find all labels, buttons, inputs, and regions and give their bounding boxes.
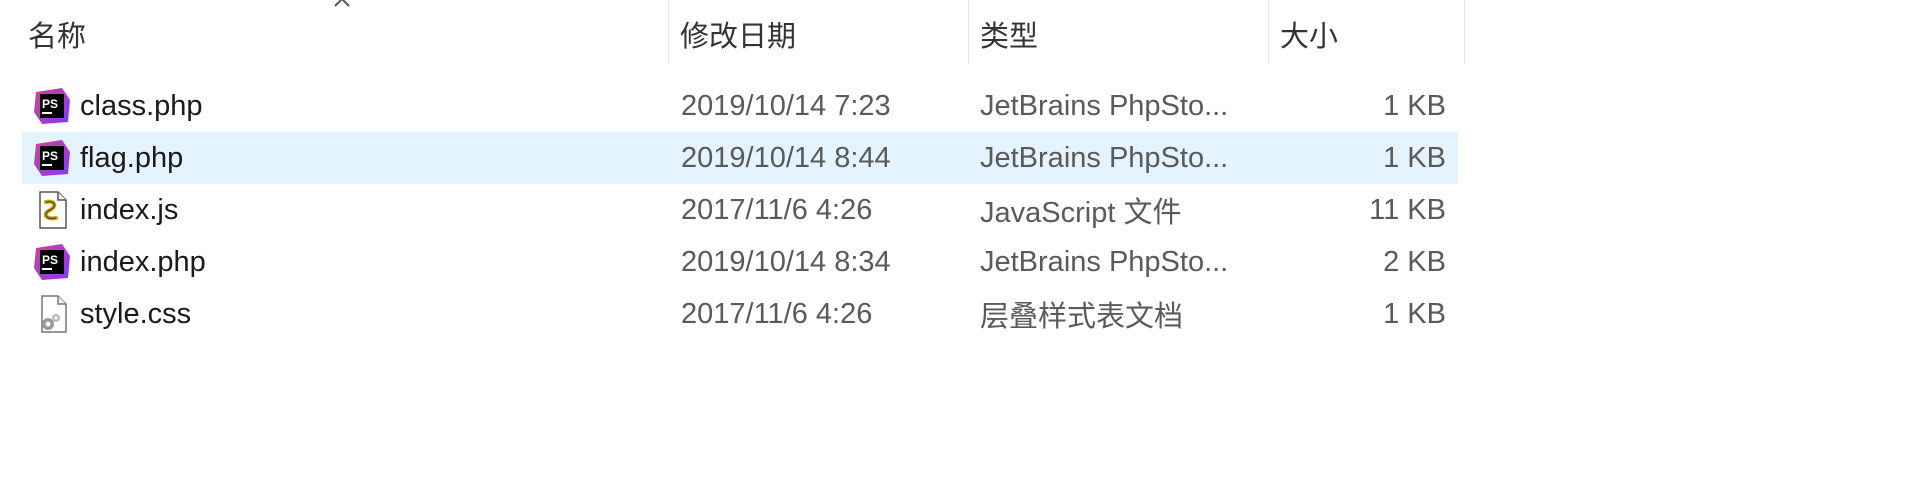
column-header-date[interactable]: 修改日期 xyxy=(680,0,968,64)
file-modified-date: 2019/10/14 8:44 xyxy=(681,141,891,174)
phpstorm-icon: PS xyxy=(34,140,70,176)
column-header-name-label: 名称 xyxy=(28,21,87,53)
file-name: index.php xyxy=(80,245,206,278)
file-row[interactable]: PS flag.php 2019/10/14 8:44 JetBrains PhpSt… xyxy=(22,132,1458,184)
file-size: 11 KB xyxy=(1369,193,1446,226)
file-modified-date: 2019/10/14 8:34 xyxy=(681,245,891,278)
file-row[interactable]: PS class.php 2019/10/14 7:23 JetBrains PhpS… xyxy=(22,80,1458,132)
column-header-size[interactable]: 大小 xyxy=(1280,0,1470,64)
phpstorm-icon: PS xyxy=(34,88,70,124)
css-file-icon xyxy=(41,295,67,333)
file-type: JetBrains PhpSto... xyxy=(980,141,1229,174)
file-size: 1 KB xyxy=(1383,89,1446,122)
file-modified-date: 2017/11/6 4:26 xyxy=(681,297,873,330)
column-header-type[interactable]: 类型 xyxy=(980,0,1268,64)
file-type: 层叠样式表文档 xyxy=(980,301,1184,333)
file-row[interactable]: PS index.php 2019/10/14 8:34 JetBrains PhpS… xyxy=(22,236,1458,288)
file-name: flag.php xyxy=(80,141,184,174)
column-header-size-label: 大小 xyxy=(1280,21,1339,53)
column-separator[interactable] xyxy=(1464,0,1465,64)
file-size: 1 KB xyxy=(1383,141,1446,174)
column-separator[interactable] xyxy=(1268,0,1269,64)
column-header-date-label: 修改日期 xyxy=(680,21,797,53)
column-separator[interactable] xyxy=(968,0,969,64)
svg-text:PS: PS xyxy=(42,149,58,163)
file-type: JetBrains PhpSto... xyxy=(980,245,1229,278)
svg-text:PS: PS xyxy=(42,253,58,267)
phpstorm-icon: PS xyxy=(34,244,70,280)
column-separator[interactable] xyxy=(668,0,669,64)
column-header-bar: 名称 修改日期 类型 大小 xyxy=(0,0,1470,64)
file-name: class.php xyxy=(80,89,203,122)
file-modified-date: 2017/11/6 4:26 xyxy=(681,193,873,226)
file-size: 1 KB xyxy=(1383,297,1446,330)
file-name: index.js xyxy=(80,193,179,226)
file-type: JavaScript 文件 xyxy=(980,197,1182,229)
file-name: style.css xyxy=(80,297,192,330)
file-type: JetBrains PhpSto... xyxy=(980,89,1229,122)
file-row[interactable]: index.js 2017/11/6 4:26 JavaScript 文件 11 KB xyxy=(22,184,1458,236)
svg-text:PS: PS xyxy=(42,97,58,111)
file-modified-date: 2019/10/14 7:23 xyxy=(681,89,891,122)
file-size: 2 KB xyxy=(1383,245,1446,278)
javascript-file-icon xyxy=(39,191,67,229)
column-header-name[interactable]: 名称 xyxy=(28,0,668,64)
file-list-view: 名称 修改日期 类型 大小 PS class.php 2019/10/14 7:23… xyxy=(0,0,1920,478)
file-row[interactable]: style.css 2017/11/6 4:26 层叠样式表文档 1 KB xyxy=(22,288,1458,340)
column-header-type-label: 类型 xyxy=(980,21,1039,53)
